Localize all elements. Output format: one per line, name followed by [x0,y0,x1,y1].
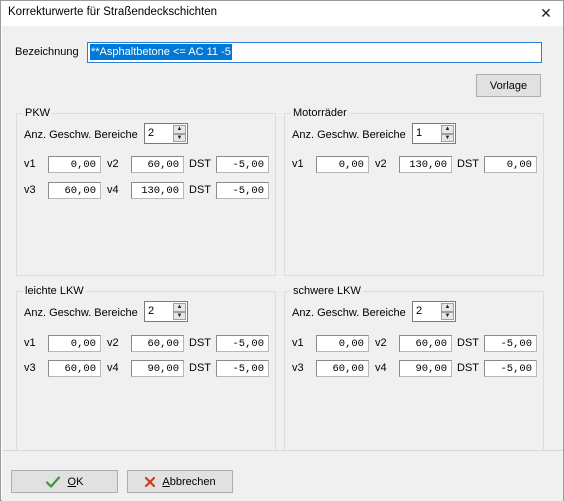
schwere-lkw-v2-field[interactable]: 60,00 [399,335,452,352]
leichte-lkw-v2-label: v2 [107,337,119,349]
leichte-lkw-v4-field[interactable]: 90,00 [131,360,184,377]
pkw-v3-field[interactable]: 60,00 [48,182,101,199]
pkw-dst2-label: DST [189,184,211,196]
name-label: Bezeichnung [15,46,79,58]
pkw-dst2-field[interactable]: -5,00 [216,182,269,199]
leichte-lkw-dst1-field[interactable]: -5,00 [216,335,269,352]
schwere-lkw-dst2-field[interactable]: -5,00 [484,360,537,377]
motorraeder-v2-field[interactable]: 130,00 [399,156,452,173]
schwere-lkw-v1-label: v1 [292,337,304,349]
motorraeder-v1-field[interactable]: 0,00 [316,156,369,173]
leichte-lkw-v3-field[interactable]: 60,00 [48,360,101,377]
leichte-lkw-ranges-label: Anz. Geschw. Bereiche [24,307,138,319]
schwere-lkw-dst2-label: DST [457,362,479,374]
pkw-v3-label: v3 [24,184,36,196]
pkw-dst1-label: DST [189,158,211,170]
spin-up-icon[interactable]: ▲ [441,125,454,134]
group-schwere-lkw-title: schwere LKW [291,285,363,297]
checkmark-icon [45,475,60,488]
schwere-lkw-v2-label: v2 [375,337,387,349]
group-motorraeder-title: Motorräder [291,107,349,119]
leichte-lkw-dst2-field[interactable]: -5,00 [216,360,269,377]
leichte-lkw-v4-label: v4 [107,362,119,374]
schwere-lkw-ranges-value: 2 [416,305,423,317]
button-bar: OK Abbrechen [2,450,563,501]
window-title: Korrekturwerte für Straßendeckschichten [8,6,218,18]
pkw-dst1-field[interactable]: -5,00 [216,156,269,173]
close-button[interactable]: ✕ [529,1,563,25]
cancel-button[interactable]: Abbrechen [127,470,233,493]
spin-down-icon[interactable]: ▼ [441,311,454,320]
schwere-lkw-ranges-label: Anz. Geschw. Bereiche [292,307,406,319]
leichte-lkw-v1-field[interactable]: 0,00 [48,335,101,352]
spin-down-icon[interactable]: ▼ [441,133,454,142]
pkw-v2-field[interactable]: 60,00 [131,156,184,173]
leichte-lkw-ranges-value: 2 [148,305,155,317]
pkw-v1-label: v1 [24,158,36,170]
pkw-v2-label: v2 [107,158,119,170]
cancel-button-label: Abbrechen [162,475,216,488]
pkw-ranges-label: Anz. Geschw. Bereiche [24,129,138,141]
close-icon: ✕ [540,4,552,21]
schwere-lkw-dst1-label: DST [457,337,479,349]
pkw-v4-field[interactable]: 130,00 [131,182,184,199]
group-pkw: PKW Anz. Geschw. Bereiche 2 ▲ ▼ v1 0,00 … [16,107,276,276]
ok-button-label: OK [67,475,84,488]
dialog-content: Bezeichnung **Asphaltbetone <= AC 11 -5 … [2,26,563,454]
group-leichte-lkw: leichte LKW Anz. Geschw. Bereiche 2 ▲ ▼ … [16,285,276,454]
motorraeder-ranges-value: 1 [416,127,423,139]
leichte-lkw-dst1-label: DST [189,337,211,349]
name-input[interactable]: **Asphaltbetone <= AC 11 -5 [87,42,542,63]
motorraeder-v1-label: v1 [292,158,304,170]
motorraeder-dst1-field[interactable]: 0,00 [484,156,537,173]
leichte-lkw-ranges-spinner[interactable]: 2 ▲ ▼ [144,301,188,322]
spin-down-icon[interactable]: ▼ [173,133,186,142]
leichte-lkw-v1-label: v1 [24,337,36,349]
template-button[interactable]: Vorlage [476,74,541,97]
group-schwere-lkw: schwere LKW Anz. Geschw. Bereiche 2 ▲ ▼ … [284,285,544,454]
schwere-lkw-dst1-field[interactable]: -5,00 [484,335,537,352]
dialog-window: Korrekturwerte für Straßendeckschichten … [0,0,564,501]
schwere-lkw-v3-field[interactable]: 60,00 [316,360,369,377]
schwere-lkw-v1-field[interactable]: 0,00 [316,335,369,352]
title-bar: Korrekturwerte für Straßendeckschichten … [1,1,563,25]
schwere-lkw-v3-label: v3 [292,362,304,374]
pkw-ranges-value: 2 [148,127,155,139]
template-button-label: Vorlage [489,79,528,92]
schwere-lkw-v4-field[interactable]: 90,00 [399,360,452,377]
group-pkw-title: PKW [23,107,53,119]
motorraeder-dst1-label: DST [457,158,479,170]
leichte-lkw-dst2-label: DST [189,362,211,374]
schwere-lkw-v4-label: v4 [375,362,387,374]
leichte-lkw-v3-label: v3 [24,362,36,374]
motorraeder-ranges-label: Anz. Geschw. Bereiche [292,129,406,141]
spin-up-icon[interactable]: ▲ [173,125,186,134]
schwere-lkw-ranges-spinner[interactable]: 2 ▲ ▼ [412,301,456,322]
ok-button[interactable]: OK [11,470,118,493]
spin-down-icon[interactable]: ▼ [173,311,186,320]
pkw-v1-field[interactable]: 0,00 [48,156,101,173]
name-value: **Asphaltbetone <= AC 11 -5 [90,44,232,60]
cross-icon [145,476,156,487]
motorraeder-ranges-spinner[interactable]: 1 ▲ ▼ [412,123,456,144]
spin-up-icon[interactable]: ▲ [441,303,454,312]
leichte-lkw-v2-field[interactable]: 60,00 [131,335,184,352]
group-motorraeder: Motorräder Anz. Geschw. Bereiche 1 ▲ ▼ v… [284,107,544,276]
motorraeder-v2-label: v2 [375,158,387,170]
pkw-v4-label: v4 [107,184,119,196]
group-leichte-lkw-title: leichte LKW [23,285,86,297]
pkw-ranges-spinner[interactable]: 2 ▲ ▼ [144,123,188,144]
spin-up-icon[interactable]: ▲ [173,303,186,312]
